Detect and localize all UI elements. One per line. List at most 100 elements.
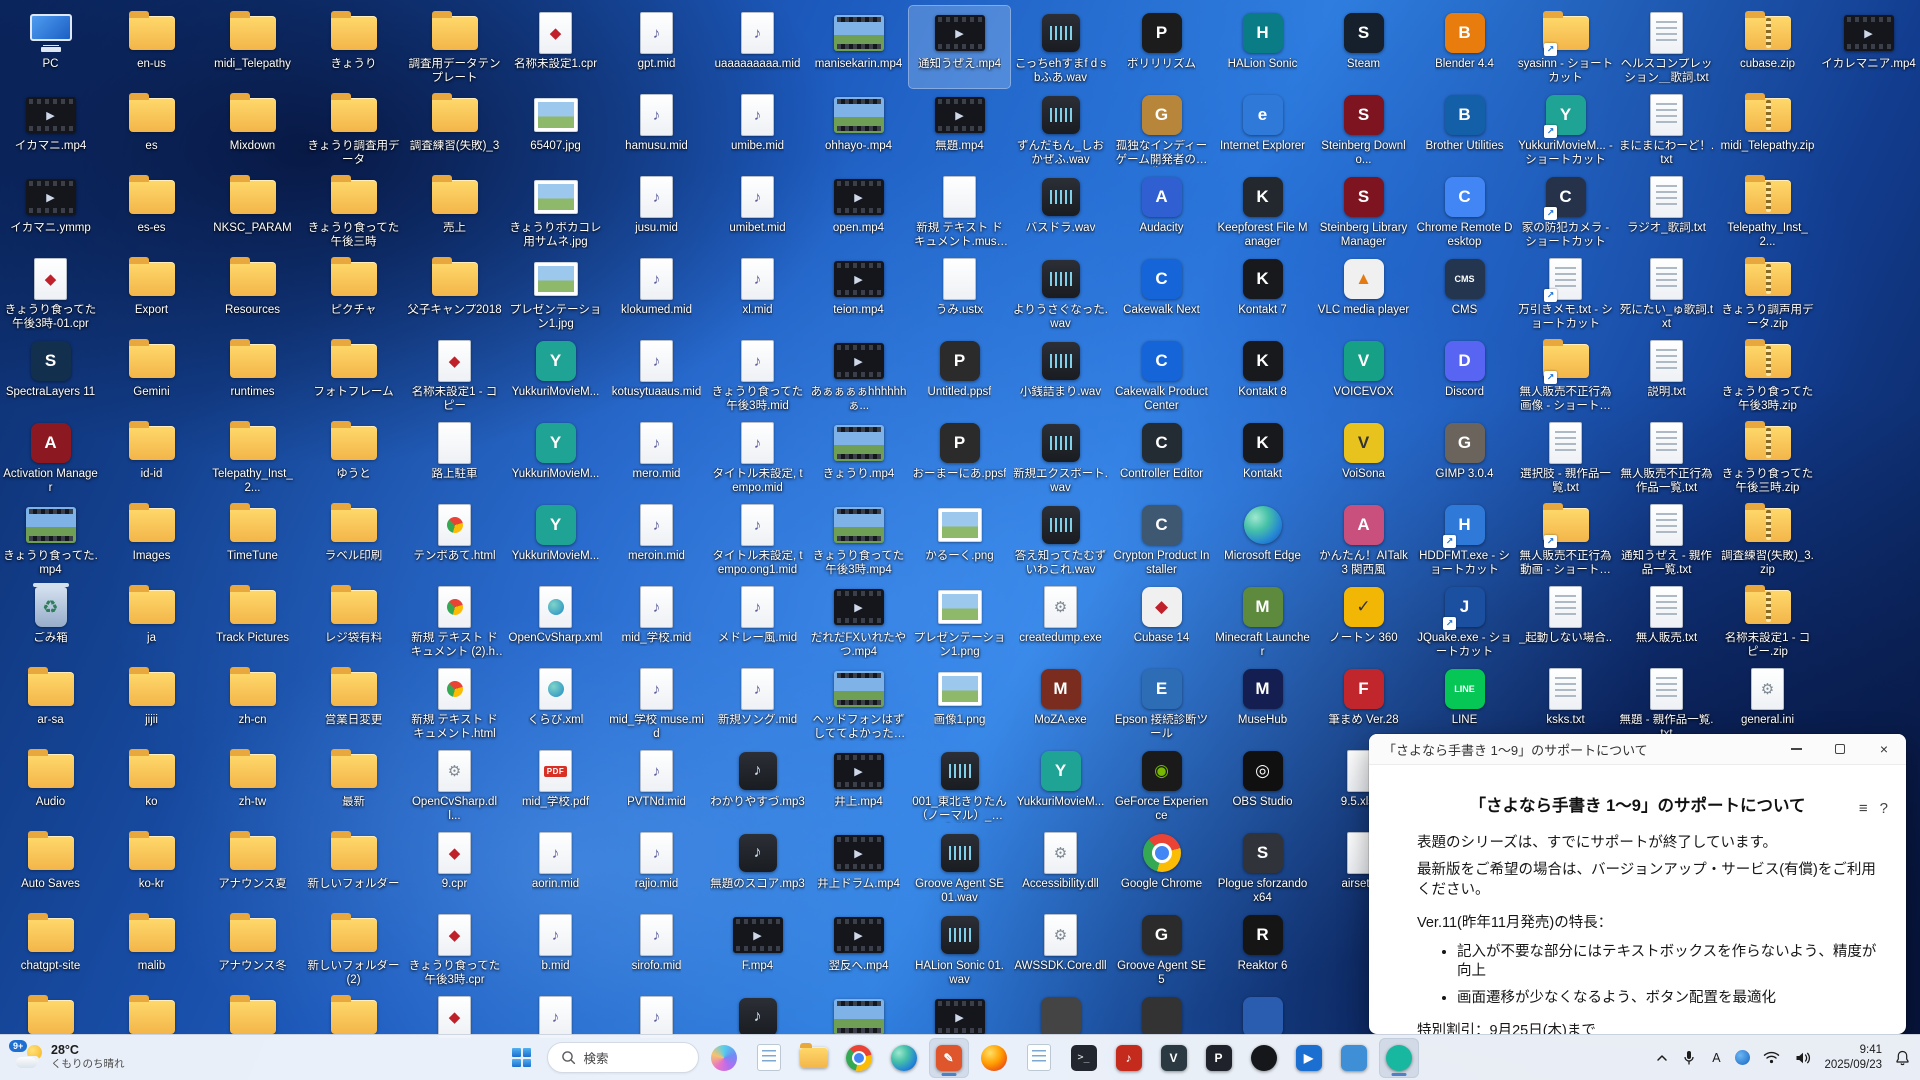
desktop-icon[interactable]: かるーく.png	[909, 498, 1010, 580]
dialog-menu-icon[interactable]: ≡	[1859, 800, 1868, 817]
taskbar-app-vb-audio-app[interactable]: V	[1154, 1038, 1194, 1078]
desktop-icon[interactable]: GGIMP 3.0.4	[1414, 416, 1515, 498]
desktop-icon[interactable]: id-id	[101, 416, 202, 498]
desktop-icon[interactable]: ▶F.mp4	[707, 908, 808, 990]
desktop-icon[interactable]: midi_Telepathy	[202, 6, 303, 88]
desktop-icon[interactable]: midi_Telepathy.zip	[1717, 88, 1818, 170]
desktop-icon[interactable]: RReaktor 6	[1212, 908, 1313, 990]
desktop-icon[interactable]: ♪klokumed.mid	[606, 252, 707, 334]
desktop-icon[interactable]: ↗無人販売不正行為 動画 - ショートカット	[1515, 498, 1616, 580]
desktop-icon[interactable]: ▶open.mp4	[808, 170, 909, 252]
desktop-icon[interactable]: cubase.zip	[1717, 6, 1818, 88]
desktop-icon[interactable]: LINELINE	[1414, 662, 1515, 744]
desktop-icon[interactable]: ラジオ_歌詞.txt	[1616, 170, 1717, 252]
desktop-icon[interactable]: zh-cn	[202, 662, 303, 744]
desktop-icon[interactable]: zh-tw	[202, 744, 303, 826]
desktop-icon[interactable]: ♪きょうり食ってた午後3時.mid	[707, 334, 808, 416]
desktop-icon[interactable]: ♪hamusu.mid	[606, 88, 707, 170]
desktop-icon[interactable]: ♪タイトル未設定, tempo.ong1.mid	[707, 498, 808, 580]
desktop-icon[interactable]: 説明.txt	[1616, 334, 1717, 416]
desktop-icon[interactable]: 調査練習(失敗)_3	[404, 88, 505, 170]
desktop-icon[interactable]: ↗syasinn - ショートカット	[1515, 6, 1616, 88]
desktop-icon[interactable]: きょうりポカコレ用サムネ.jpg	[505, 170, 606, 252]
desktop-icon[interactable]: Aかんたん！AITalk 3 関西風	[1313, 498, 1414, 580]
desktop-icon[interactable]: ✓ノートン 360	[1313, 580, 1414, 662]
desktop-icon[interactable]: ◆名称未設定1 - コピー	[404, 334, 505, 416]
desktop-icon[interactable]: ◆きょうり食ってた午後3時.cpr	[404, 908, 505, 990]
desktop-icon[interactable]: ▶あぁぁぁぁhhhhhhぁ...	[808, 334, 909, 416]
notification-bell-icon[interactable]	[1893, 1048, 1912, 1068]
desktop-icon[interactable]: ▶きょうり食ってた午後3時.mp4	[808, 498, 909, 580]
desktop-icon[interactable]: ▶井上.mp4	[808, 744, 909, 826]
desktop-icon[interactable]: ♪gpt.mid	[606, 6, 707, 88]
start-button[interactable]	[502, 1038, 542, 1078]
desktop-icon[interactable]: 65407.jpg	[505, 88, 606, 170]
desktop-icon[interactable]: TimeTune	[202, 498, 303, 580]
desktop-icon[interactable]: ar-sa	[0, 662, 101, 744]
desktop-icon[interactable]: ♪jusu.mid	[606, 170, 707, 252]
search-box[interactable]: 検索	[547, 1042, 699, 1073]
desktop-icon[interactable]: es	[101, 88, 202, 170]
desktop-icon[interactable]: Y↗YukkuriMovieM... - ショートカット	[1515, 88, 1616, 170]
desktop-icon[interactable]: ▶井上ドラム.mp4	[808, 826, 909, 908]
desktop-icon[interactable]: ↗無人販売不正行為 画像 - ショートカット	[1515, 334, 1616, 416]
desktop-icon[interactable]: 答え知ってたむずいわこれ.wav	[1010, 498, 1111, 580]
desktop-icon[interactable]: ♪umibe.mid	[707, 88, 808, 170]
desktop-icon[interactable]: ⚙Accessibility.dll	[1010, 826, 1111, 908]
desktop-icon[interactable]: G孤独なインディーゲーム開発者の一生...	[1111, 88, 1212, 170]
desktop-icon[interactable]: en-us	[101, 6, 202, 88]
desktop-icon[interactable]: 通知うぜえ - 親作品一覧.txt	[1616, 498, 1717, 580]
desktop-icon[interactable]: KKontakt	[1212, 416, 1313, 498]
desktop-icon[interactable]: まにまにわーど！.txt	[1616, 88, 1717, 170]
desktop-icon[interactable]: プレゼンテーション1.png	[909, 580, 1010, 662]
desktop-icon[interactable]: ◆9.cpr	[404, 826, 505, 908]
mic-icon[interactable]	[1681, 1048, 1697, 1068]
desktop-icon[interactable]: SSteam	[1313, 6, 1414, 88]
desktop-icon[interactable]: ▶イカマニ.ymmp	[0, 170, 101, 252]
desktop-icon[interactable]: ♪新規ソング.mid	[707, 662, 808, 744]
desktop-icon[interactable]: きょうり調声用データ.zip	[1717, 252, 1818, 334]
desktop-icon[interactable]: 001_東北きりたん（ノーマル）_少しや..	[909, 744, 1010, 826]
desktop-icon[interactable]: フォトフレーム	[303, 334, 404, 416]
desktop-icon[interactable]: jijii	[101, 662, 202, 744]
desktop-icon[interactable]: きょうり	[303, 6, 404, 88]
taskbar-app-copilot[interactable]	[704, 1038, 744, 1078]
desktop-icon[interactable]: アナウンス夏	[202, 826, 303, 908]
desktop-icon[interactable]: ko-kr	[101, 826, 202, 908]
desktop-icon[interactable]: ▶manisekarin.mp4	[808, 6, 909, 88]
taskbar-app-blue-arrow-app[interactable]: ▶	[1289, 1038, 1329, 1078]
desktop-icon[interactable]: ▶ohhayo-.mp4	[808, 88, 909, 170]
desktop-icon[interactable]: ♪meroin.mid	[606, 498, 707, 580]
desktop-icon[interactable]: Mixdown	[202, 88, 303, 170]
desktop-icon[interactable]: 最新	[303, 744, 404, 826]
desktop-icon[interactable]: KKeepforest File Manager	[1212, 170, 1313, 252]
desktop-icon[interactable]: YYukkuriMovieM...	[1010, 744, 1111, 826]
desktop-icon[interactable]: AAudacity	[1111, 170, 1212, 252]
desktop-icon[interactable]: ♪mid_学校 muse.mid	[606, 662, 707, 744]
desktop-icon[interactable]: MMoZA.exe	[1010, 662, 1111, 744]
desktop-icon[interactable]: ♪xl.mid	[707, 252, 808, 334]
desktop-icon[interactable]: ♪aorin.mid	[505, 826, 606, 908]
desktop-icon[interactable]: ◉GeForce Experience	[1111, 744, 1212, 826]
desktop-icon[interactable]: ⚙OpenCvSharp.dll...	[404, 744, 505, 826]
desktop-icon[interactable]: バスドラ.wav	[1010, 170, 1111, 252]
dialog-help-icon[interactable]: ?	[1880, 800, 1888, 817]
desktop-icon[interactable]: GGroove Agent SE 5	[1111, 908, 1212, 990]
desktop-icon[interactable]: ♪PVTNd.mid	[606, 744, 707, 826]
desktop-icon[interactable]: Groove Agent SE 01.wav	[909, 826, 1010, 908]
desktop-icon[interactable]: ♪umibet.mid	[707, 170, 808, 252]
desktop-icon[interactable]: J↗JQuake.exe - ショートカット	[1414, 580, 1515, 662]
desktop-icon[interactable]: うみ.ustx	[909, 252, 1010, 334]
desktop-icon[interactable]: Microsoft Edge	[1212, 498, 1313, 580]
desktop-icon[interactable]: Gemini	[101, 334, 202, 416]
desktop-icon[interactable]: 無人販売不正行為 作品一覧.txt	[1616, 416, 1717, 498]
desktop-icon[interactable]: MMuseHub	[1212, 662, 1313, 744]
desktop-icon[interactable]: eInternet Explorer	[1212, 88, 1313, 170]
taskbar-app-firefox[interactable]	[974, 1038, 1014, 1078]
desktop-icon[interactable]: 選択肢 - 親作品一覧.txt	[1515, 416, 1616, 498]
desktop-icon[interactable]: YYukkuriMovieM...	[505, 416, 606, 498]
desktop-icon[interactable]: ◆Cubase 14	[1111, 580, 1212, 662]
desktop-icon[interactable]: PDFmid_学校.pdf	[505, 744, 606, 826]
desktop-icon[interactable]: DDiscord	[1414, 334, 1515, 416]
desktop-icon[interactable]: ja	[101, 580, 202, 662]
